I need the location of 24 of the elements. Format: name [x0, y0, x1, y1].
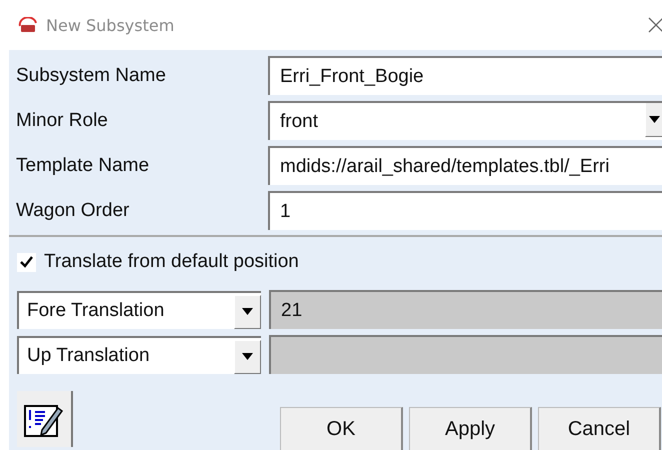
input-field[interactable]: Erri_Front_Bogie [268, 56, 662, 95]
app-logo-icon [18, 17, 38, 33]
input-field[interactable]: 21 [269, 290, 662, 329]
field-label: Template Name [15, 154, 150, 176]
dialog-button[interactable]: OK [280, 407, 403, 450]
notes-button[interactable] [17, 391, 73, 447]
input-field[interactable] [269, 335, 662, 374]
window-title: New Subsystem [46, 16, 174, 34]
dropdown-field[interactable]: front [268, 101, 662, 140]
axis-dropdown[interactable]: Fore Translation [17, 290, 261, 328]
input-field[interactable]: mdids://arail_shared/templates.tbl/_Erri [268, 146, 662, 185]
checkbox[interactable] [17, 252, 36, 272]
dialog-button[interactable]: Apply [409, 407, 532, 450]
caret-icon [648, 116, 660, 123]
axis-dropdown[interactable]: Up Translation [17, 336, 261, 374]
caret-icon [242, 308, 253, 315]
field-label: Subsystem Name [15, 64, 167, 86]
caret-icon [242, 353, 253, 360]
field-label: Minor Role [15, 110, 109, 132]
close-icon[interactable] [648, 17, 662, 33]
field-label: Wagon Order [15, 200, 130, 222]
dialog-button[interactable]: Cancel [538, 407, 661, 450]
input-field[interactable]: 1 [268, 191, 662, 230]
checkbox-label: Translate from default position [44, 251, 299, 273]
